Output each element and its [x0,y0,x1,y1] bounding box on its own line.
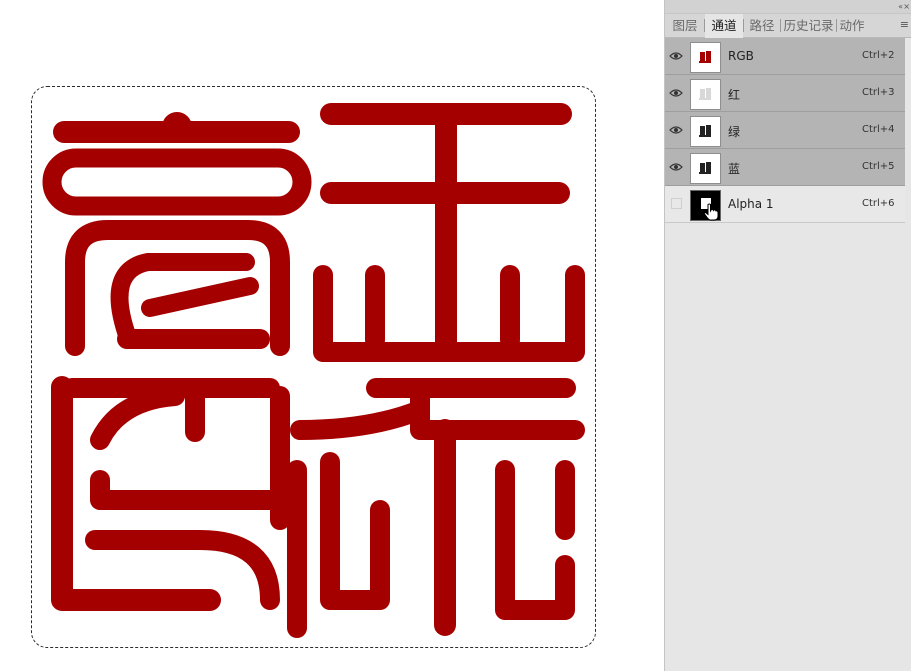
tab-history[interactable]: 历史记录 [781,14,836,37]
collapse-panel-icon[interactable]: « [898,2,903,12]
channel-shortcut: Ctrl+2 [862,50,895,61]
seal-thumbnail-icon [699,51,711,63]
eye-icon[interactable] [669,50,683,62]
channel-thumbnail [690,116,721,147]
channel-row-blue[interactable]: 蓝 Ctrl+5 [665,149,905,186]
channel-shortcut: Ctrl+5 [862,161,895,172]
channel-list: RGB Ctrl+2 红 Ctrl+3 绿 Ctrl+4 蓝 Ctrl+5 Al… [665,38,905,223]
channel-row-rgb[interactable]: RGB Ctrl+2 [665,38,905,75]
channel-row-green[interactable]: 绿 Ctrl+4 [665,112,905,149]
tab-layers[interactable]: 图层 [667,14,703,37]
channel-name: RGB [728,49,754,63]
channel-thumbnail [690,153,721,184]
channel-name: Alpha 1 [728,197,774,211]
channel-row-alpha-1[interactable]: Alpha 1 Ctrl+6 [665,186,905,223]
channel-name: 蓝 [728,162,741,176]
panel-tabs: 图层 通道 路径 历史记录 动作 ≡ [665,14,911,38]
eye-icon[interactable] [669,124,683,136]
tab-channels[interactable]: 通道 [705,14,743,38]
panel-menu-icon[interactable]: ≡ [900,19,909,31]
channel-name: 红 [728,88,741,102]
hand-pointer-icon [703,203,719,221]
channel-shortcut: Ctrl+3 [862,87,895,98]
channel-thumbnail [690,42,721,73]
tab-actions[interactable]: 动作 [837,14,867,37]
document-canvas[interactable] [0,0,664,671]
close-panel-icon[interactable]: × [903,2,910,12]
selection-marquee [31,86,596,648]
seal-thumbnail-icon [699,125,711,137]
panel-title-bar: « × [665,0,911,14]
visibility-toggle[interactable] [671,198,682,209]
seal-thumbnail-icon [699,162,711,174]
channel-row-red[interactable]: 红 Ctrl+3 [665,75,905,112]
eye-icon[interactable] [669,87,683,99]
seal-thumbnail-icon [699,88,711,100]
tab-paths[interactable]: 路径 [744,14,780,37]
channel-thumbnail [690,79,721,110]
channel-shortcut: Ctrl+6 [862,198,895,209]
channels-panel: « × 图层 通道 路径 历史记录 动作 ≡ RGB Ctrl+2 红 Ctrl… [664,0,911,671]
channel-shortcut: Ctrl+4 [862,124,895,135]
eye-icon[interactable] [669,161,683,173]
channel-name: 绿 [728,125,741,139]
